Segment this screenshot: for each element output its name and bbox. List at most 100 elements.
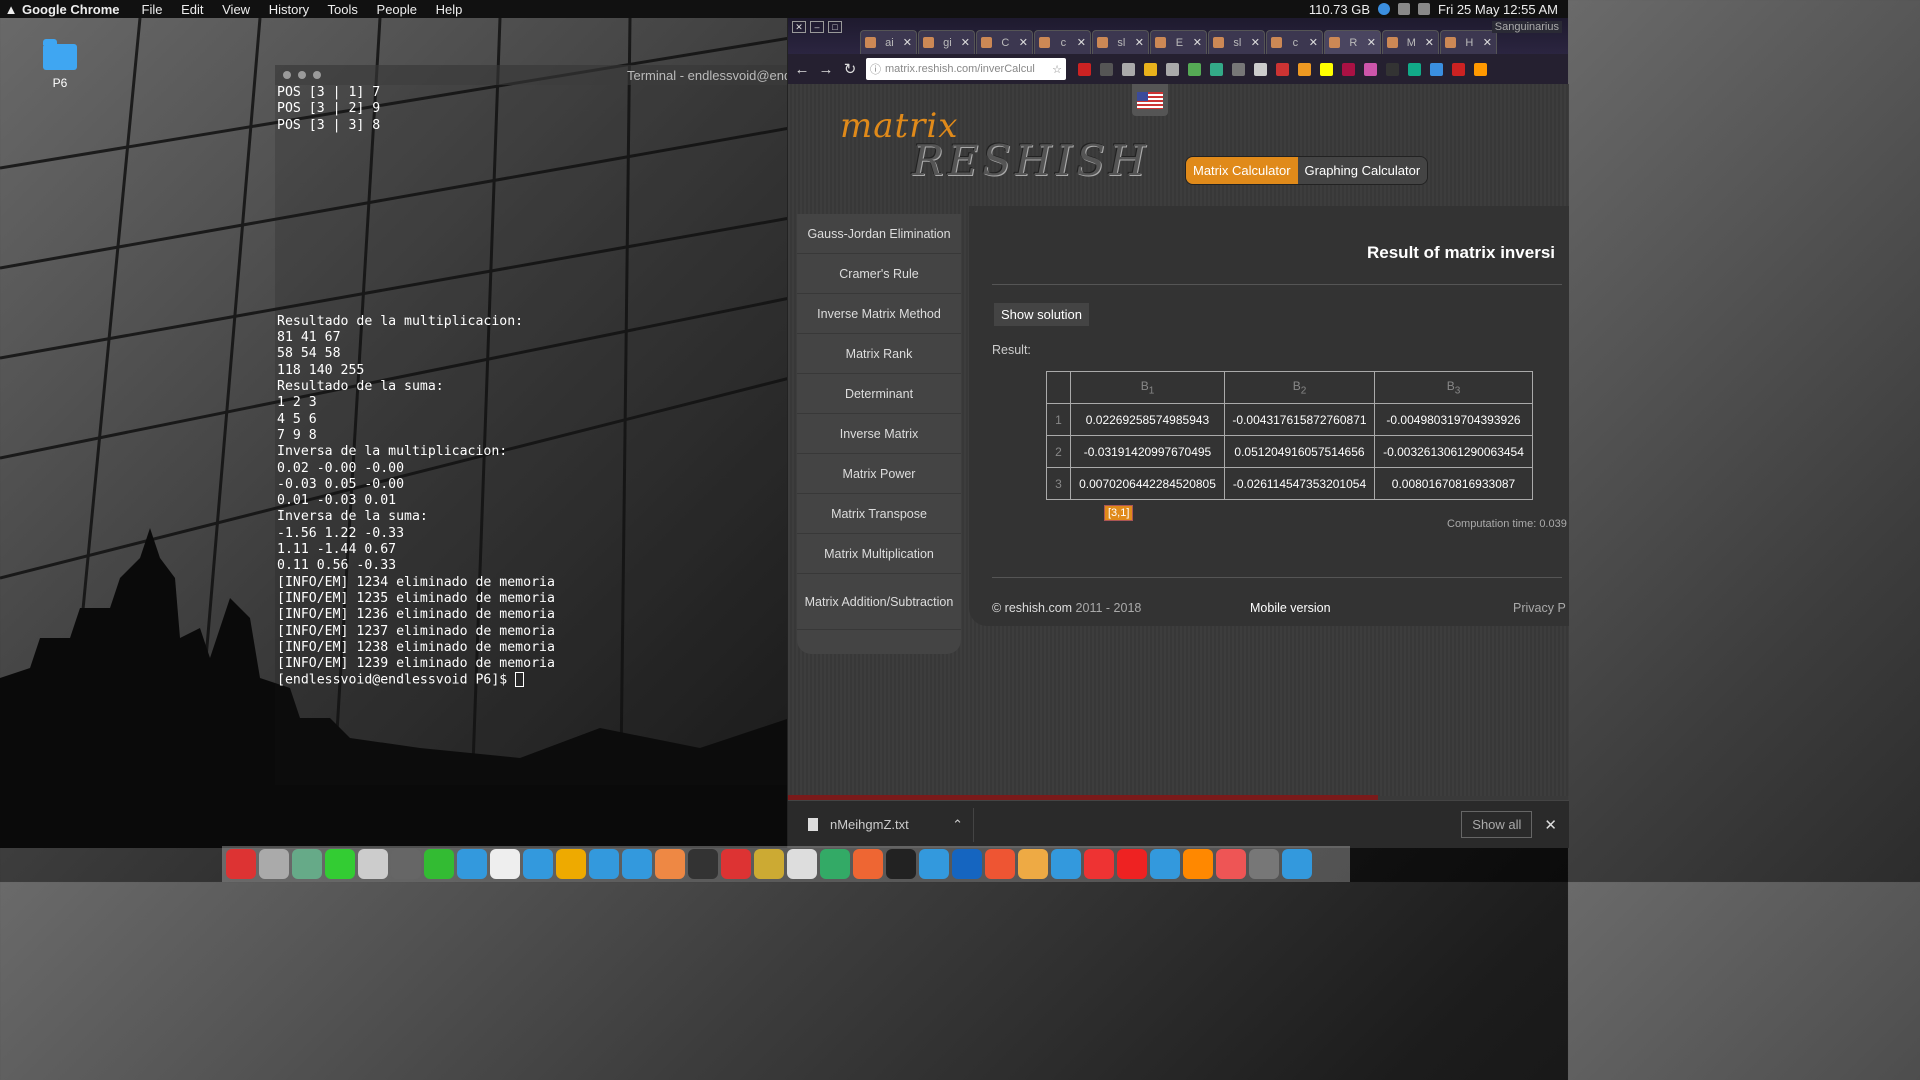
footer-site-link[interactable]: © reshish.com [992,601,1072,615]
tab-matrix-calculator[interactable]: Matrix Calculator [1186,157,1298,184]
terminal-window[interactable]: Terminal - endlessvoid@end POS [3 | 1] 7… [275,65,787,785]
sidebar-item[interactable]: Matrix Multiplication [797,534,961,574]
browser-tab[interactable]: C ✕ [976,30,1033,54]
network-icon[interactable] [1398,3,1411,15]
close-dot-icon[interactable] [283,71,291,79]
menu-file[interactable]: File [142,2,163,17]
extension-icon[interactable] [1320,62,1333,76]
info-icon[interactable]: ⓘ [870,61,881,77]
extension-icon[interactable] [1166,62,1179,76]
show-all-downloads-button[interactable]: Show all [1461,811,1533,838]
close-download-bar-icon[interactable]: ✕ [1544,816,1557,834]
close-tab-icon[interactable]: ✕ [1135,36,1144,49]
dock-app-icon[interactable] [688,849,718,879]
close-tab-icon[interactable]: ✕ [1425,36,1434,49]
close-tab-icon[interactable]: ✕ [1077,36,1086,49]
menu-edit[interactable]: Edit [181,2,203,17]
dock-app-icon[interactable] [1183,849,1213,879]
matrix-cell[interactable]: 0.00801670816933087 [1374,467,1533,500]
forward-arrow-icon[interactable]: → [818,61,834,78]
dock-app-icon[interactable] [1216,849,1246,879]
volume-icon[interactable] [1418,3,1431,15]
sidebar-item[interactable]: Gauss-Jordan Elimination [797,214,961,254]
matrix-cell[interactable]: -0.004980319704393926 [1374,403,1533,436]
browser-tab[interactable]: H ✕ [1440,30,1497,54]
menu-help[interactable]: Help [436,2,463,17]
dock-app-icon[interactable] [325,849,355,879]
reload-icon[interactable]: ↻ [842,60,858,78]
extension-icon[interactable] [1408,62,1421,76]
browser-tab[interactable]: sl ✕ [1208,30,1265,54]
terminal-prompt-line[interactable]: [endlessvoid@endlessvoid P6]$ [277,672,785,689]
extension-icon[interactable] [1474,62,1487,76]
dock-app-icon[interactable] [886,849,916,879]
browser-tab[interactable]: ai ✕ [860,30,917,54]
desktop-folder-p6[interactable]: P6 [40,39,80,90]
dock-app-icon[interactable] [1282,849,1312,879]
browser-tab[interactable]: M ✕ [1382,30,1439,54]
matrix-cell[interactable]: -0.026114547353201054 [1224,467,1375,500]
chrome-window[interactable]: ✕ – □ ai ✕ gi ✕ C ✕ c ✕ sl ✕ E ✕ sl ✕ c ✕ R ✕ M ✕ H ✕ Sanguin… [787,18,1569,848]
dock-app-icon[interactable] [490,849,520,879]
clock[interactable]: Fri 25 May 12:55 AM [1438,2,1558,17]
extension-icon[interactable] [1122,62,1135,76]
download-item[interactable]: nMeihgmZ.txt ⌃ [788,807,974,842]
menu-history[interactable]: History [269,2,309,17]
dock-app-icon[interactable] [787,849,817,879]
bookmark-star-icon[interactable]: ☆ [1052,63,1062,76]
extension-icon[interactable] [1452,62,1465,76]
dock-app-icon[interactable] [1117,849,1147,879]
terminal-titlebar[interactable]: Terminal - endlessvoid@end [275,65,787,85]
dock-app-icon[interactable] [556,849,586,879]
dock-app-icon[interactable] [1084,849,1114,879]
sidebar-item[interactable]: Matrix Addition/Subtraction [797,574,961,630]
dock-app-icon[interactable] [358,849,388,879]
close-tab-icon[interactable]: ✕ [1367,36,1376,49]
dock-app-icon[interactable] [985,849,1015,879]
extension-icon[interactable] [1232,62,1245,76]
menu-people[interactable]: People [377,2,417,17]
browser-tab[interactable]: E ✕ [1150,30,1207,54]
dock-app-icon[interactable] [853,849,883,879]
extension-icon[interactable] [1254,62,1267,76]
sidebar-item[interactable]: Matrix Power [797,454,961,494]
mobile-version-link[interactable]: Mobile version [1250,601,1331,615]
dock-app-icon[interactable] [952,849,982,879]
close-tab-icon[interactable]: ✕ [1483,36,1492,49]
extension-icon[interactable] [1430,62,1443,76]
close-tab-icon[interactable]: ✕ [1251,36,1260,49]
download-filename[interactable]: nMeihgmZ.txt [830,817,909,832]
dock-app-icon[interactable] [1249,849,1279,879]
dock-app-icon[interactable] [1051,849,1081,879]
extension-icon[interactable] [1298,62,1311,76]
messenger-icon[interactable] [1378,3,1391,15]
extension-icon[interactable] [1386,62,1399,76]
sidebar-item[interactable]: Cramer's Rule [797,254,961,294]
dock-app-icon[interactable] [721,849,751,879]
sidebar-item[interactable]: Inverse Matrix Method [797,294,961,334]
dock-app-icon[interactable] [457,849,487,879]
extension-icon[interactable] [1078,62,1091,76]
dock-app-icon[interactable] [391,849,421,879]
system-logo-icon[interactable]: ▲ [0,2,22,17]
chevron-up-icon[interactable]: ⌃ [952,817,963,833]
matrix-cell[interactable]: 0.0070206442284520805 [1070,467,1225,500]
dock-app-icon[interactable] [655,849,685,879]
address-bar[interactable]: ⓘ matrix.reshish.com/inverCalcul ☆ [866,58,1066,80]
browser-tab[interactable]: R ✕ [1324,30,1381,54]
active-app-name[interactable]: Google Chrome [22,2,120,17]
dock-app-icon[interactable] [622,849,652,879]
language-selector[interactable] [1132,84,1168,116]
matrix-cell[interactable]: 0.051204916057514656 [1224,435,1375,468]
close-icon[interactable]: ✕ [792,21,806,33]
extension-icon[interactable] [1188,62,1201,76]
dock-app-icon[interactable] [589,849,619,879]
close-tab-icon[interactable]: ✕ [1019,36,1028,49]
tab-graphing-calculator[interactable]: Graphing Calculator [1297,157,1428,184]
dock-app-icon[interactable] [424,849,454,879]
dock-app-icon[interactable] [259,849,289,879]
sidebar-item[interactable]: Matrix Rank [797,334,961,374]
extension-icon[interactable] [1210,62,1223,76]
sidebar-item[interactable]: Matrix Transpose [797,494,961,534]
browser-tab[interactable]: c ✕ [1034,30,1091,54]
